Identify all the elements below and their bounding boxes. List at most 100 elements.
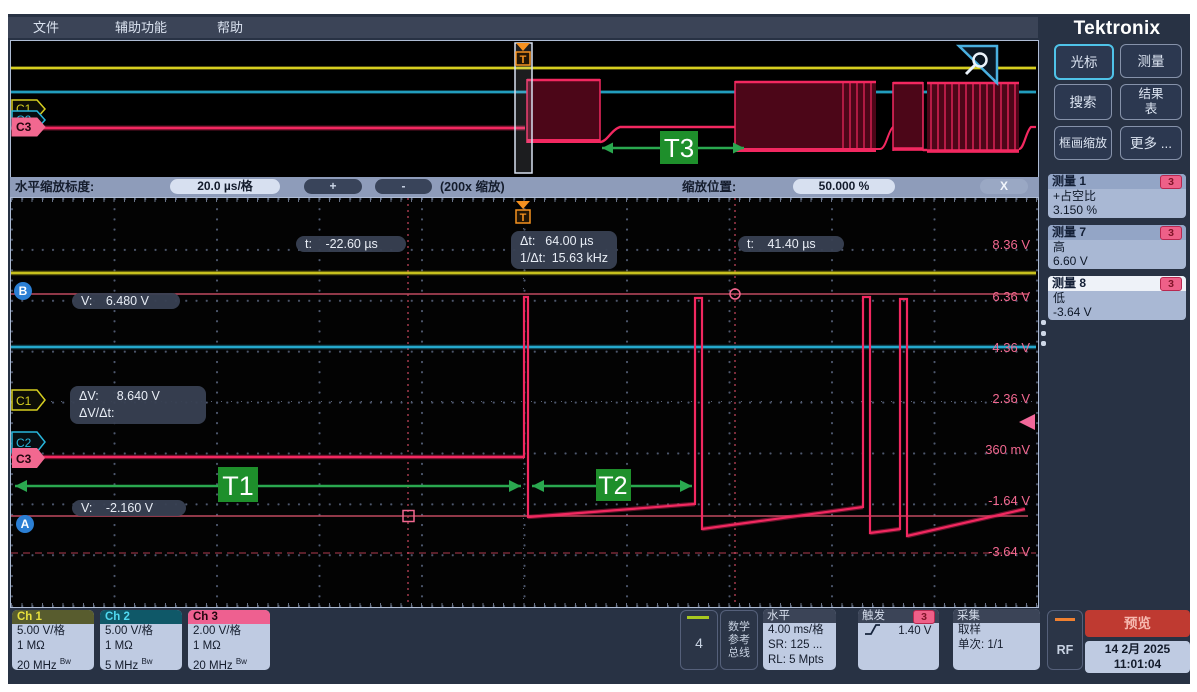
measurement-7-source-badge: 3 (1160, 226, 1182, 240)
search-button[interactable]: 搜索 (1054, 84, 1112, 120)
zoomed-waveform-area[interactable]: T T1 T2 C1 (10, 197, 1039, 608)
waveform-count-panel[interactable]: 4 (680, 610, 718, 670)
rf-color-bar (1055, 618, 1075, 621)
channel-3-impedance: 1 MΩ (188, 639, 270, 654)
datetime-display: 14 2月 2025 11:01:04 (1085, 641, 1190, 673)
zoom-position-value[interactable]: 50.000 % (793, 179, 895, 194)
more-button[interactable]: 更多 ... (1120, 126, 1182, 160)
channel-2-impedance: 1 MΩ (100, 639, 182, 654)
screen: 文件 辅助功能 帮助 (0, 0, 1197, 692)
preview-button[interactable]: 预览 (1085, 610, 1190, 637)
measurement-1-value: 3.150 % (1048, 203, 1186, 217)
channel-2-bandwidth: 5 MHz Bw (100, 654, 182, 670)
cursor-b-badge[interactable]: B (14, 282, 32, 300)
ch3-marker-zoomed[interactable]: C3 (12, 448, 45, 468)
menu-file[interactable]: 文件 (33, 17, 59, 38)
measurement-8-tile[interactable]: 测量 83 低 -3.64 V (1048, 276, 1186, 320)
menu-help[interactable]: 帮助 (217, 17, 243, 38)
rf-button[interactable]: RF (1047, 610, 1083, 670)
cursor-a-time-readout: t: -22.60 µs (296, 236, 406, 252)
acquisition-title: 采集 (953, 609, 1040, 623)
horizontal-title: 水平 (763, 609, 836, 623)
svg-text:T: T (520, 212, 527, 224)
waveform-color-bar (687, 616, 709, 619)
svg-text:360 mV: 360 mV (985, 442, 1030, 457)
overview-waveform-area[interactable]: T3 T C1 C2 C3 (10, 40, 1039, 178)
trigger-source-badge: 3 (913, 610, 935, 624)
acquisition-sequence: 单次: 1/1 (953, 638, 1040, 653)
channel-3-scale: 2.00 V/格 (188, 624, 270, 639)
zoom-factor-label: (200x 缩放) (440, 177, 505, 197)
measurement-1-source-badge: 3 (1160, 175, 1182, 189)
measurement-1-type: +占空比 (1048, 189, 1186, 203)
channel-1-badge[interactable]: Ch 1 5.00 V/格 1 MΩ 20 MHz Bw (12, 610, 94, 670)
panel-drag-handle[interactable] (1039, 320, 1047, 346)
measurement-7-tile[interactable]: 测量 73 高 6.60 V (1048, 225, 1186, 269)
t1-label: T1 (222, 471, 254, 501)
ch3-marker-overview[interactable]: C3 (12, 118, 45, 136)
svg-text:-3.64 V: -3.64 V (988, 544, 1030, 559)
horizontal-panel[interactable]: 水平 4.00 ms/格 SR: 125 ... RL: 5 Mpts (763, 609, 836, 670)
horizontal-scale: 4.00 ms/格 (763, 623, 836, 638)
rf-label: RF (1048, 643, 1082, 657)
trigger-level: 1.40 V (898, 625, 931, 637)
cursor-a-voltage-readout: V: -2.160 V (72, 500, 186, 516)
svg-text:-1.64 V: -1.64 V (988, 493, 1030, 508)
measure-button[interactable]: 测量 (1120, 44, 1182, 78)
channel-1-bandwidth: 20 MHz Bw (12, 654, 94, 670)
channel-3-name: Ch 3 (188, 610, 270, 624)
ch1-marker-zoomed[interactable]: C1 (12, 390, 45, 410)
channel-1-impedance: 1 MΩ (12, 639, 94, 654)
measurement-7-value: 6.60 V (1048, 254, 1186, 268)
menu-bar: 文件 辅助功能 帮助 (8, 17, 1038, 38)
date: 14 2月 2025 (1085, 642, 1190, 657)
zoom-scale-value[interactable]: 20.0 µs/格 (170, 179, 280, 194)
t2-time-annotation: T2 (532, 469, 692, 501)
svg-text:C1: C1 (16, 394, 32, 408)
trigger-level-line: 1.40 V (858, 623, 939, 639)
acquisition-mode: 取样 (953, 623, 1040, 638)
trigger-position-marker-zoomed[interactable]: T (516, 201, 530, 224)
t3-time-annotation: T3 (602, 131, 744, 164)
zoom-position-label: 缩放位置: (682, 177, 736, 197)
rising-edge-icon (863, 623, 881, 636)
t3-label: T3 (664, 133, 694, 163)
measurement-8-source-badge: 3 (1160, 277, 1182, 291)
measurement-7-type: 高 (1048, 240, 1186, 254)
t2-label: T2 (598, 472, 627, 500)
math-ref-bus-button[interactable]: 数学 参考 总线 (720, 610, 758, 670)
delta-time-readout: Δt:64.00 µs 1/Δt:15.63 kHz (511, 231, 617, 269)
zoom-out-button[interactable]: - (375, 179, 432, 194)
cursor-a-badge[interactable]: A (16, 515, 34, 533)
menu-utility[interactable]: 辅助功能 (115, 17, 167, 38)
zoom-close-button[interactable]: X (980, 179, 1028, 194)
svg-text:8.36 V: 8.36 V (992, 237, 1030, 252)
acquisition-panel[interactable]: 采集 取样 单次: 1/1 (953, 609, 1040, 670)
channel-2-scale: 5.00 V/格 (100, 624, 182, 639)
channel-3-bandwidth: 20 MHz Bw (188, 654, 270, 670)
channel-2-name: Ch 2 (100, 610, 182, 624)
time: 11:01:04 (1085, 657, 1190, 672)
measurement-8-value: -3.64 V (1048, 305, 1186, 319)
measurement-1-tile[interactable]: 测量 13 +占空比 3.150 % (1048, 174, 1186, 218)
draw-a-box-button[interactable]: 框画缩放 (1054, 126, 1112, 160)
svg-text:C2: C2 (16, 436, 32, 450)
trigger-level-arrow[interactable] (1019, 414, 1035, 430)
cursor-b-voltage-readout: V: 6.480 V (72, 293, 180, 309)
results-table-button[interactable]: 结果 表 (1120, 84, 1182, 120)
zoom-magnifier-icon[interactable] (959, 46, 997, 83)
waveform-count: 4 (681, 635, 717, 651)
measurement-8-type: 低 (1048, 291, 1186, 305)
channel-1-name: Ch 1 (12, 610, 94, 624)
cursors-button[interactable]: 光标 (1054, 44, 1114, 80)
channel-2-badge[interactable]: Ch 2 5.00 V/格 1 MΩ 5 MHz Bw (100, 610, 182, 670)
svg-text:2.36 V: 2.36 V (992, 391, 1030, 406)
t1-time-annotation: T1 (15, 467, 521, 502)
trigger-panel[interactable]: 触发 3 1.40 V (858, 609, 939, 670)
zoom-scale-label: 水平缩放标度: (15, 177, 94, 197)
horizontal-sample-rate: SR: 125 ... (763, 638, 836, 653)
oscilloscope-app: 文件 辅助功能 帮助 (8, 14, 1190, 684)
channel-3-badge[interactable]: Ch 3 2.00 V/格 1 MΩ 20 MHz Bw (188, 610, 270, 670)
svg-text:C3: C3 (16, 452, 32, 466)
zoom-in-button[interactable]: + (304, 179, 362, 194)
